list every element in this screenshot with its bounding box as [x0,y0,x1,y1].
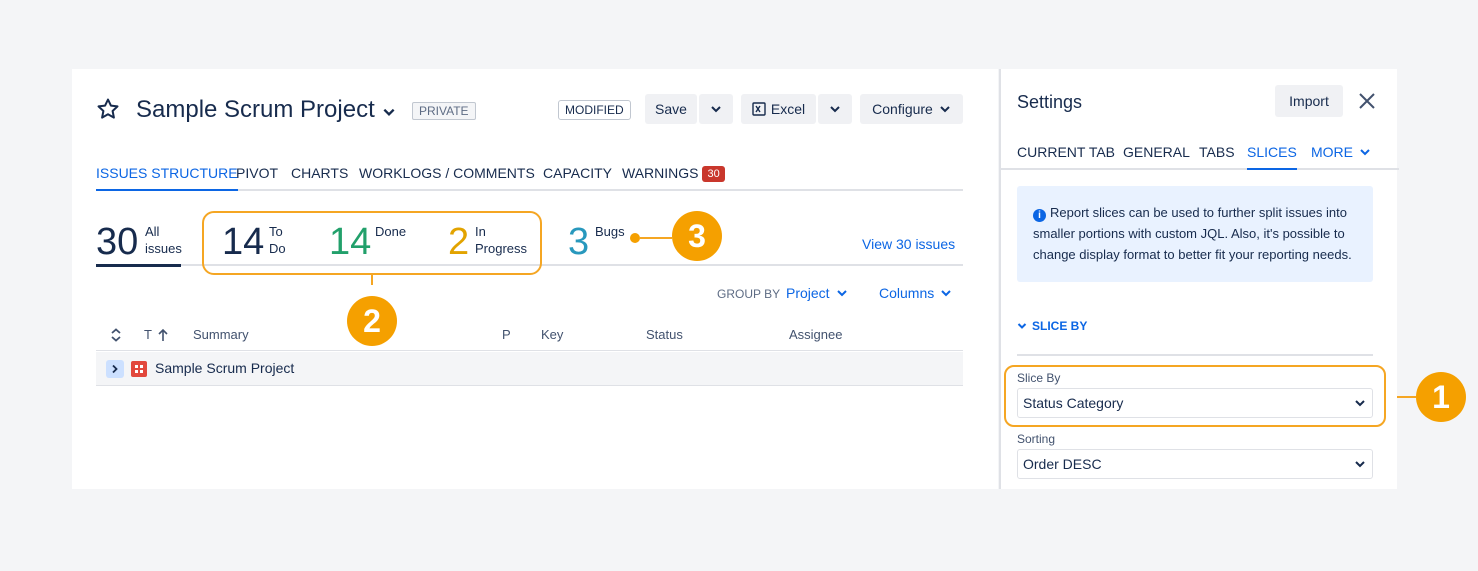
chevron-right-icon [112,364,118,374]
row-summary: Sample Scrum Project [155,360,295,376]
tab-charts[interactable]: CHARTS [291,163,348,191]
group-by-value: Project [786,285,830,301]
save-button[interactable]: Save [645,94,697,124]
callout-1-badge: 1 [1416,372,1466,422]
project-avatar-icon [131,361,147,377]
page-title: Sample Scrum Project [136,96,375,123]
warnings-count-badge: 30 [702,166,725,182]
slices-info-message: i Report slices can be used to further sp… [1017,186,1373,282]
columns-button[interactable]: Columns [879,285,952,301]
expand-collapse-all-icon[interactable] [110,328,122,342]
settings-tab-general[interactable]: GENERAL [1123,142,1190,170]
chevron-down-icon [1360,149,1370,156]
group-by-label: GROUP BY [717,287,781,301]
info-icon: i [1033,209,1046,222]
private-badge: PRIVATE [412,102,476,120]
configure-button[interactable]: Configure [860,94,963,124]
tab-warnings[interactable]: WARNINGS 30 [622,163,725,191]
slice-by-section-toggle[interactable]: SLICE BY [1017,319,1087,333]
excel-icon [752,102,766,116]
tab-pivot[interactable]: PIVOT [236,163,278,191]
star-icon[interactable] [96,97,120,121]
stat-bugs-value[interactable]: 3 [568,222,589,262]
callout-3-dot [630,233,640,243]
excel-dropdown-button[interactable] [818,94,852,124]
configure-label: Configure [872,101,933,117]
section-divider [1017,354,1373,356]
sorting-label: Sorting [1017,432,1056,446]
callout-3-badge: 3 [672,211,722,261]
settings-tabs: CURRENT TAB GENERAL TABS SLICES MORE [1001,142,1399,170]
callout-3-connector [640,237,672,239]
callout-2-connector [371,275,373,285]
close-icon[interactable] [1356,90,1378,112]
status-stats-highlight [202,211,542,275]
excel-button[interactable]: Excel [741,94,816,124]
tab-capacity[interactable]: CAPACITY [543,163,612,191]
tab-issues-structure[interactable]: ISSUES STRUCTURE [96,163,238,191]
save-dropdown-button[interactable] [699,94,733,124]
main-panel: Sample Scrum Project PRIVATE MODIFIED Sa… [72,69,998,489]
report-tabs: ISSUES STRUCTURE PIVOT CHARTS WORKLOGS /… [96,163,963,191]
chevron-down-icon [941,290,951,297]
table-header-divider [96,350,963,351]
chevron-down-icon[interactable] [382,105,396,119]
columns-label: Columns [879,285,935,301]
chevron-down-icon [830,106,840,113]
chevron-down-icon [711,106,721,113]
column-summary[interactable]: Summary [193,327,249,342]
slice-by-section-title: SLICE BY [1032,319,1088,333]
callout-2-badge: 2 [347,296,397,346]
settings-tab-current-tab[interactable]: CURRENT TAB [1017,142,1115,170]
sorting-select[interactable]: Order DESC [1017,449,1373,479]
stat-all-value[interactable]: 30 [96,222,138,262]
settings-tab-more-label: MORE [1311,144,1353,160]
stat-all-active-underline [96,264,181,267]
sort-arrow-up-icon[interactable] [157,328,169,342]
column-priority[interactable]: P [502,327,511,342]
settings-tab-slices[interactable]: SLICES [1247,142,1297,170]
slice-by-highlight [1004,365,1386,427]
column-key[interactable]: Key [541,327,563,342]
row-expand-button[interactable] [106,360,124,378]
table-row[interactable]: Sample Scrum Project [96,352,963,386]
modified-badge: MODIFIED [558,100,631,120]
tab-warnings-label: WARNINGS [622,165,699,181]
tab-worklogs-comments[interactable]: WORKLOGS / COMMENTS [359,163,535,191]
view-issues-link[interactable]: View 30 issues [862,236,955,252]
settings-tab-tabs[interactable]: TABS [1199,142,1235,170]
import-button[interactable]: Import [1275,85,1343,117]
slices-info-text: Report slices can be used to further spl… [1033,205,1352,262]
chevron-down-icon [836,290,847,297]
settings-tab-more[interactable]: MORE [1311,142,1371,170]
excel-label: Excel [770,101,806,117]
column-type[interactable]: T [144,327,152,342]
chevron-down-icon [1017,323,1027,329]
sorting-value: Order DESC [1023,456,1102,472]
chevron-down-icon [940,106,950,113]
chevron-down-icon [1355,461,1365,468]
settings-title: Settings [1017,92,1083,112]
group-by-select[interactable]: Project [786,285,848,301]
column-assignee[interactable]: Assignee [789,327,842,342]
column-status[interactable]: Status [646,327,683,342]
